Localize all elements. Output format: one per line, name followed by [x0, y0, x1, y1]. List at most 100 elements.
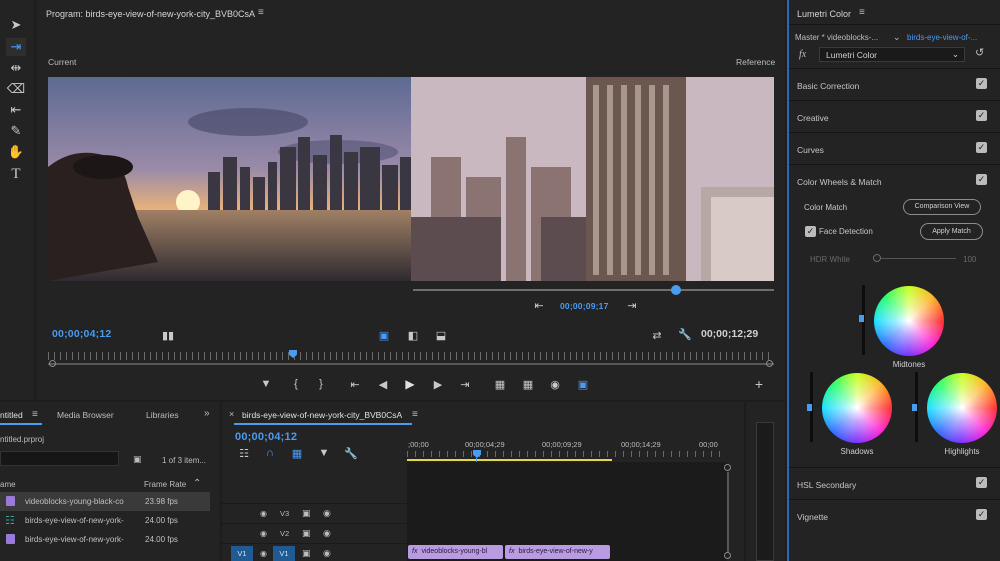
sync-lock-icon[interactable]: ▣ [302, 528, 311, 539]
add-marker-icon[interactable]: ▼ [258, 377, 274, 391]
section-checkbox[interactable]: ✓ [976, 509, 987, 520]
snap-icon[interactable]: ∩ [262, 446, 278, 460]
comparison-view-button[interactable]: Comparison View [903, 199, 981, 215]
source-patch-v1[interactable]: V1 [231, 546, 253, 561]
vertical-scrollbar[interactable] [727, 472, 729, 552]
reference-scrubber[interactable] [413, 289, 774, 291]
track-target-v1[interactable]: V1 [273, 546, 295, 561]
hdr-white-slider[interactable] [881, 258, 956, 259]
comparison-view-icon[interactable]: ▣ [376, 328, 392, 342]
comparison-view-toggle-icon[interactable]: ▣ [575, 377, 591, 391]
ripple-edit-tool-icon[interactable]: ⇹ [6, 59, 26, 77]
apply-match-button[interactable]: Apply Match [920, 223, 983, 240]
section-checkbox[interactable]: ✓ [976, 477, 987, 488]
add-marker-icon[interactable]: ▼ [316, 446, 332, 460]
sync-lock-icon[interactable]: ▣ [302, 548, 311, 559]
section-hsl-secondary[interactable]: HSL Secondary ✓ [789, 467, 1000, 499]
button-editor-icon[interactable]: + [751, 376, 767, 392]
lift-icon[interactable]: ▦ [492, 377, 508, 391]
timeline-clip[interactable]: fx birds-eye-view-of-new-y [505, 545, 610, 559]
go-to-out-icon[interactable]: ⇥ [457, 377, 473, 391]
more-panels-icon[interactable]: » [204, 408, 210, 419]
vertical-scroll-bottom[interactable] [724, 552, 731, 559]
ref-step-forward-icon[interactable]: ⇥ [624, 298, 640, 312]
section-checkbox[interactable]: ✓ [976, 78, 987, 89]
reference-playhead[interactable] [671, 285, 681, 295]
section-checkbox[interactable]: ✓ [976, 142, 987, 153]
panel-menu-icon[interactable]: ≡ [258, 7, 264, 18]
track-select-tool-icon[interactable]: ⇥ [6, 38, 26, 56]
section-color-wheels-match[interactable]: Color Wheels & Match ✓ [789, 164, 1000, 196]
section-basic-correction[interactable]: Basic Correction ✓ [789, 68, 1000, 100]
timeline-clip[interactable]: fx videoblocks-young-bl [408, 545, 503, 559]
program-ruler[interactable] [48, 352, 772, 360]
lumetri-menu-icon[interactable]: ≡ [859, 7, 865, 18]
highlights-wheel[interactable]: + [927, 373, 997, 443]
zoom-handle-left[interactable] [49, 360, 56, 367]
step-forward-icon[interactable]: ▶ [430, 377, 446, 391]
swap-sides-icon[interactable]: ⇄ [649, 328, 665, 342]
section-creative[interactable]: Creative ✓ [789, 100, 1000, 132]
step-back-icon[interactable]: ◀ [375, 377, 391, 391]
midtones-wheel[interactable]: + [874, 286, 944, 356]
play-icon[interactable]: ▶ [402, 377, 418, 391]
vertical-scroll-top[interactable] [724, 464, 731, 471]
new-bin-icon[interactable]: ▣ [133, 454, 142, 465]
side-by-side-icon[interactable]: ◧ [405, 328, 421, 342]
project-row[interactable]: videoblocks-young-black-co 23.98 fps [0, 492, 210, 511]
current-timecode[interactable]: 00;00;04;12 [52, 328, 111, 340]
eye-icon[interactable]: ◉ [323, 508, 331, 519]
go-to-in-icon[interactable]: ⇤ [347, 377, 363, 391]
work-area-bar[interactable] [407, 459, 612, 461]
midtones-slider[interactable] [859, 285, 865, 355]
timeline-tab[interactable]: birds-eye-view-of-new-york-city_BVB0CsA [242, 410, 402, 420]
shadows-slider[interactable] [807, 372, 813, 442]
project-search-input[interactable] [0, 451, 119, 466]
reset-icon[interactable]: ↺ [975, 46, 984, 59]
extract-icon[interactable]: ▦ [520, 377, 536, 391]
sequence-clip-link[interactable]: birds-eye-view-of-... [907, 33, 977, 42]
section-checkbox[interactable]: ✓ [976, 174, 987, 185]
program-zoom-bar[interactable] [48, 363, 774, 365]
tab-project[interactable]: ntitled [0, 410, 23, 420]
ref-step-back-icon[interactable]: ⇤ [531, 298, 547, 312]
project-menu-icon[interactable]: ≡ [32, 409, 38, 420]
section-checkbox[interactable]: ✓ [976, 110, 987, 121]
chevron-down-icon[interactable]: ⌄ [893, 32, 901, 43]
linked-selection-icon[interactable]: ▦ [289, 446, 305, 460]
sync-lock-icon[interactable]: ▣ [302, 508, 311, 519]
reference-timecode[interactable]: 00;00;09;17 [560, 301, 609, 311]
face-detection-checkbox[interactable]: ✓ [805, 226, 816, 237]
sort-up-icon[interactable]: ⌃ [193, 478, 201, 489]
hand-tool-icon[interactable]: ✋ [6, 143, 26, 161]
shadows-wheel[interactable]: + [822, 373, 892, 443]
wrench-icon[interactable]: 🔧 [677, 327, 693, 341]
lock-icon[interactable]: ◉ [260, 509, 267, 518]
column-frame-rate-header[interactable]: Frame Rate [144, 480, 186, 489]
hdr-white-handle[interactable] [873, 254, 881, 262]
mark-in-icon[interactable]: { [288, 377, 304, 391]
eye-icon[interactable]: ◉ [323, 528, 331, 539]
type-tool-icon[interactable]: T [6, 165, 26, 183]
section-vignette[interactable]: Vignette ✓ [789, 499, 1000, 531]
tab-libraries[interactable]: Libraries [146, 410, 179, 420]
column-name-header[interactable]: ame [0, 480, 16, 489]
insert-sequence-icon[interactable]: ☷ [236, 446, 252, 460]
selection-tool-icon[interactable]: ➤ [6, 16, 26, 34]
lock-icon[interactable]: ◉ [260, 529, 267, 538]
mark-out-icon[interactable]: } [313, 377, 329, 391]
marker-settings-icon[interactable]: ▮▮ [160, 328, 176, 342]
eye-icon[interactable]: ◉ [323, 548, 331, 559]
section-curves[interactable]: Curves ✓ [789, 132, 1000, 164]
project-row[interactable]: birds-eye-view-of-new-york- 24.00 fps [0, 530, 210, 549]
razor-tool-icon[interactable]: ⌫ [6, 80, 26, 98]
lock-icon[interactable]: ◉ [260, 549, 267, 558]
split-view-icon[interactable]: ⬓ [433, 328, 449, 342]
export-frame-icon[interactable]: ◉ [547, 377, 563, 391]
effect-dropdown[interactable]: Lumetri Color ⌄ [819, 47, 965, 62]
timeline-settings-icon[interactable]: 🔧 [343, 446, 359, 460]
slip-tool-icon[interactable]: ⇤ [6, 101, 26, 119]
project-row[interactable]: ☷ birds-eye-view-of-new-york- 24.00 fps [0, 511, 210, 530]
pen-tool-icon[interactable]: ✎ [6, 122, 26, 140]
highlights-slider[interactable] [912, 372, 918, 442]
